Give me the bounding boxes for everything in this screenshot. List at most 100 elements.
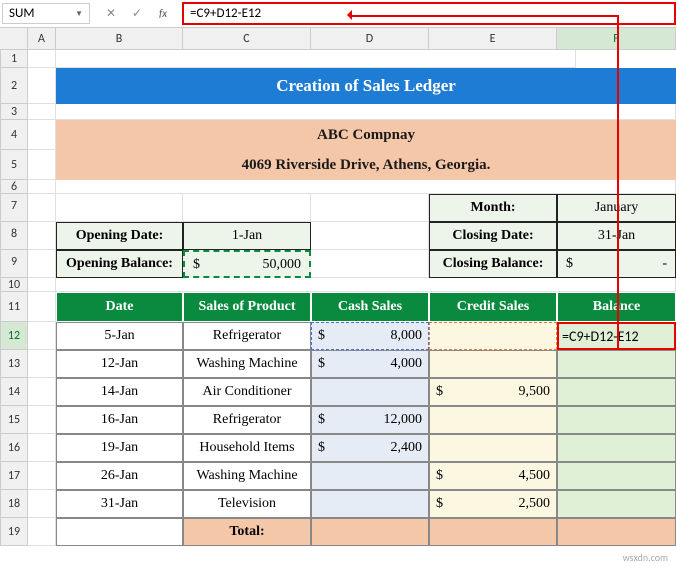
row-header-1[interactable]: 1 <box>0 50 28 68</box>
cell[interactable] <box>56 194 183 222</box>
col-header-d[interactable]: D <box>311 28 429 49</box>
table-cell-product[interactable]: Household Items <box>183 434 311 462</box>
table-cell-product[interactable]: Television <box>183 490 311 518</box>
row-header-17[interactable]: 17 <box>0 462 28 490</box>
row-header-19[interactable]: 19 <box>0 518 28 546</box>
row-header-6[interactable]: 6 <box>0 180 28 194</box>
accept-icon[interactable]: ✓ <box>126 6 148 21</box>
opening-balance-value[interactable]: $ 50,000 <box>183 250 311 278</box>
cell[interactable] <box>28 518 56 546</box>
cell[interactable] <box>56 278 676 292</box>
table-cell-product[interactable]: Washing Machine <box>183 462 311 490</box>
row-header-7[interactable]: 7 <box>0 194 28 222</box>
cell[interactable] <box>28 250 56 278</box>
cell[interactable] <box>56 50 576 68</box>
cell[interactable] <box>28 180 56 194</box>
table-cell-balance[interactable] <box>557 406 676 434</box>
table-cell-credit[interactable]: $4,500 <box>429 462 557 490</box>
table-cell-balance[interactable] <box>557 462 676 490</box>
table-cell-cash[interactable]: $8,000 <box>311 322 429 350</box>
row-header-3[interactable]: 3 <box>0 104 28 120</box>
table-cell-balance[interactable] <box>557 350 676 378</box>
row-header-18[interactable]: 18 <box>0 490 28 518</box>
total-credit[interactable] <box>429 518 557 546</box>
cell[interactable] <box>28 104 56 120</box>
table-cell-date[interactable]: 31-Jan <box>56 490 183 518</box>
col-header-a[interactable]: A <box>28 28 56 49</box>
table-cell-credit[interactable] <box>429 434 557 462</box>
table-cell-cash[interactable]: $2,400 <box>311 434 429 462</box>
table-cell-credit[interactable]: $2,500 <box>429 490 557 518</box>
row-header-10[interactable]: 10 <box>0 278 28 292</box>
table-cell-credit[interactable] <box>429 322 557 350</box>
table-cell-cash[interactable] <box>311 462 429 490</box>
cell[interactable] <box>28 292 56 322</box>
table-cell-balance[interactable] <box>557 434 676 462</box>
table-cell-date[interactable]: 26-Jan <box>56 462 183 490</box>
table-cell-product[interactable]: Air Conditioner <box>183 378 311 406</box>
cell[interactable] <box>28 120 56 150</box>
cell[interactable] <box>28 322 56 350</box>
cell[interactable] <box>28 378 56 406</box>
cell[interactable] <box>28 490 56 518</box>
table-cell-date[interactable]: 19-Jan <box>56 434 183 462</box>
row-header-15[interactable]: 15 <box>0 406 28 434</box>
table-cell-cash[interactable] <box>311 490 429 518</box>
table-cell-date[interactable]: 5-Jan <box>56 322 183 350</box>
row-header-12[interactable]: 12 <box>0 322 28 350</box>
select-all-corner[interactable] <box>0 28 28 49</box>
cell[interactable] <box>28 194 56 222</box>
chevron-down-icon[interactable]: ▼ <box>75 9 83 19</box>
table-cell-balance[interactable] <box>557 490 676 518</box>
col-header-b[interactable]: B <box>56 28 183 49</box>
table-cell-credit[interactable] <box>429 406 557 434</box>
row-header-16[interactable]: 16 <box>0 434 28 462</box>
row-header-14[interactable]: 14 <box>0 378 28 406</box>
cell[interactable] <box>28 50 56 68</box>
table-cell-date[interactable]: 12-Jan <box>56 350 183 378</box>
row-header-2[interactable]: 2 <box>0 68 28 104</box>
row-header-4[interactable]: 4 <box>0 120 28 150</box>
table-cell-cash[interactable] <box>311 378 429 406</box>
table-cell-product[interactable]: Refrigerator <box>183 406 311 434</box>
table-cell-credit[interactable] <box>429 350 557 378</box>
cell[interactable] <box>311 250 429 278</box>
cell[interactable] <box>56 104 676 120</box>
table-cell-product[interactable]: Refrigerator <box>183 322 311 350</box>
total-cash[interactable] <box>311 518 429 546</box>
cell[interactable] <box>28 350 56 378</box>
cell[interactable] <box>28 150 56 180</box>
table-cell-date[interactable]: 16-Jan <box>56 406 183 434</box>
cell[interactable] <box>28 462 56 490</box>
row-header-9[interactable]: 9 <box>0 250 28 278</box>
col-header-c[interactable]: C <box>183 28 311 49</box>
fx-icon[interactable]: fx <box>152 7 174 20</box>
cell[interactable] <box>28 434 56 462</box>
row-header-13[interactable]: 13 <box>0 350 28 378</box>
table-cell-product[interactable]: Washing Machine <box>183 350 311 378</box>
row-header-8[interactable]: 8 <box>0 222 28 250</box>
table-cell-balance[interactable] <box>557 378 676 406</box>
table-cell-cash[interactable]: $12,000 <box>311 406 429 434</box>
cell[interactable] <box>28 68 56 104</box>
row-header-5[interactable]: 5 <box>0 150 28 180</box>
cell[interactable] <box>311 222 429 250</box>
name-box[interactable]: SUM ▼ <box>2 3 90 24</box>
cell[interactable] <box>183 194 311 222</box>
opening-date-value[interactable]: 1-Jan <box>183 222 311 250</box>
total-balance[interactable] <box>557 518 676 546</box>
cell[interactable] <box>28 278 56 292</box>
table-cell-credit[interactable]: $9,500 <box>429 378 557 406</box>
col-header-e[interactable]: E <box>429 28 557 49</box>
cell[interactable] <box>56 180 676 194</box>
name-box-value: SUM <box>9 6 34 21</box>
cell[interactable] <box>28 406 56 434</box>
table-cell-cash[interactable]: $4,000 <box>311 350 429 378</box>
table-cell-date[interactable]: 14-Jan <box>56 378 183 406</box>
cell[interactable] <box>311 194 429 222</box>
total-spacer[interactable] <box>56 518 183 546</box>
cell[interactable] <box>28 222 56 250</box>
formula-input[interactable]: =C9+D12-E12 <box>182 2 676 25</box>
cancel-icon[interactable]: ✕ <box>100 6 122 21</box>
row-header-11[interactable]: 11 <box>0 292 28 322</box>
